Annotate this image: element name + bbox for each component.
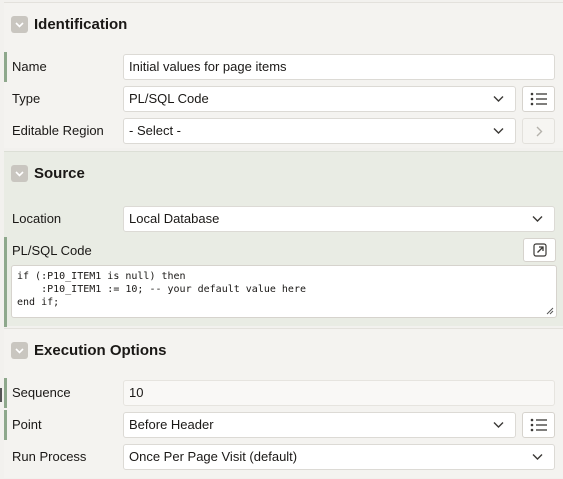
location-select-value: Local Database [129, 211, 220, 226]
point-select-value: Before Header [129, 417, 214, 432]
sequence-input[interactable]: 10 [123, 380, 555, 406]
run-process-label: Run Process [12, 449, 87, 464]
code-line-2: :P10_ITEM1 := 10; -- your default value … [17, 284, 306, 295]
collapse-toggle-execution-options[interactable] [11, 342, 28, 359]
section-title-source: Source [34, 165, 85, 182]
point-select[interactable]: Before Header [123, 412, 516, 438]
plsql-code-label: PL/SQL Code [12, 243, 92, 258]
editable-region-goto-button[interactable] [522, 118, 555, 144]
name-label: Name [12, 59, 47, 74]
location-select[interactable]: Local Database [123, 206, 555, 232]
row-editable-region: Editable Region - Select - [4, 116, 563, 146]
list-icon [530, 418, 547, 432]
type-label: Type [12, 91, 41, 106]
resize-handle-icon[interactable] [546, 307, 554, 315]
code-line-3: end if; [17, 297, 60, 308]
point-label: Point [12, 417, 42, 432]
chevron-down-icon [493, 128, 504, 134]
type-select-value: PL/SQL Code [129, 91, 209, 106]
expand-code-editor-button[interactable] [523, 238, 556, 262]
name-input-value: Initial values for page items [129, 59, 287, 74]
editable-region-select[interactable]: - Select - [123, 118, 516, 144]
row-point: Point Before Header [4, 410, 563, 440]
source-section: Source Location Local Database PL/SQL Co… [4, 151, 563, 327]
execution-options-section: Execution Options Sequence 10 Point Befo… [4, 328, 563, 478]
row-plsql-code: PL/SQL Code [4, 237, 563, 327]
section-title-identification: Identification [34, 16, 128, 33]
chevron-right-icon [536, 126, 542, 136]
row-location: Location Local Database [4, 204, 563, 234]
point-list-button[interactable] [522, 412, 555, 438]
chevron-down-icon [493, 96, 504, 102]
type-list-button[interactable] [522, 86, 555, 112]
collapse-toggle-source[interactable] [11, 165, 28, 182]
execution-options-header[interactable]: Execution Options [4, 329, 563, 373]
row-sequence: Sequence 10 [4, 378, 563, 408]
sequence-label: Sequence [12, 385, 71, 400]
chevron-down-icon [15, 171, 24, 177]
name-input[interactable]: Initial values for page items [123, 54, 555, 80]
editable-region-label: Editable Region [12, 123, 104, 138]
section-title-execution-options: Execution Options [34, 342, 167, 359]
source-header[interactable]: Source [4, 152, 563, 196]
editable-region-value: - Select - [129, 123, 182, 138]
row-type: Type PL/SQL Code [4, 84, 563, 114]
collapse-toggle-identification[interactable] [11, 16, 28, 33]
row-name: Name Initial values for page items [4, 52, 563, 82]
chevron-down-icon [532, 216, 543, 222]
plsql-code-editor[interactable]: if (:P10_ITEM1 is null) then :P10_ITEM1 … [11, 265, 557, 318]
list-icon [530, 92, 547, 106]
chevron-down-icon [493, 422, 504, 428]
active-indicator [4, 237, 7, 327]
chevron-down-icon [15, 22, 24, 28]
chevron-down-icon [15, 348, 24, 354]
run-process-select-value: Once Per Page Visit (default) [129, 449, 298, 464]
row-run-process: Run Process Once Per Page Visit (default… [4, 442, 563, 472]
run-process-select[interactable]: Once Per Page Visit (default) [123, 444, 555, 470]
open-external-icon [532, 243, 547, 257]
type-select[interactable]: PL/SQL Code [123, 86, 516, 112]
identification-section: Identification Name Initial values for p… [4, 2, 563, 148]
chevron-down-icon [532, 454, 543, 460]
location-label: Location [12, 211, 62, 226]
code-line-1: if (:P10_ITEM1 is null) then [17, 271, 186, 282]
identification-header[interactable]: Identification [4, 3, 563, 47]
edge-marker [0, 388, 2, 402]
sequence-input-value: 10 [129, 385, 144, 400]
